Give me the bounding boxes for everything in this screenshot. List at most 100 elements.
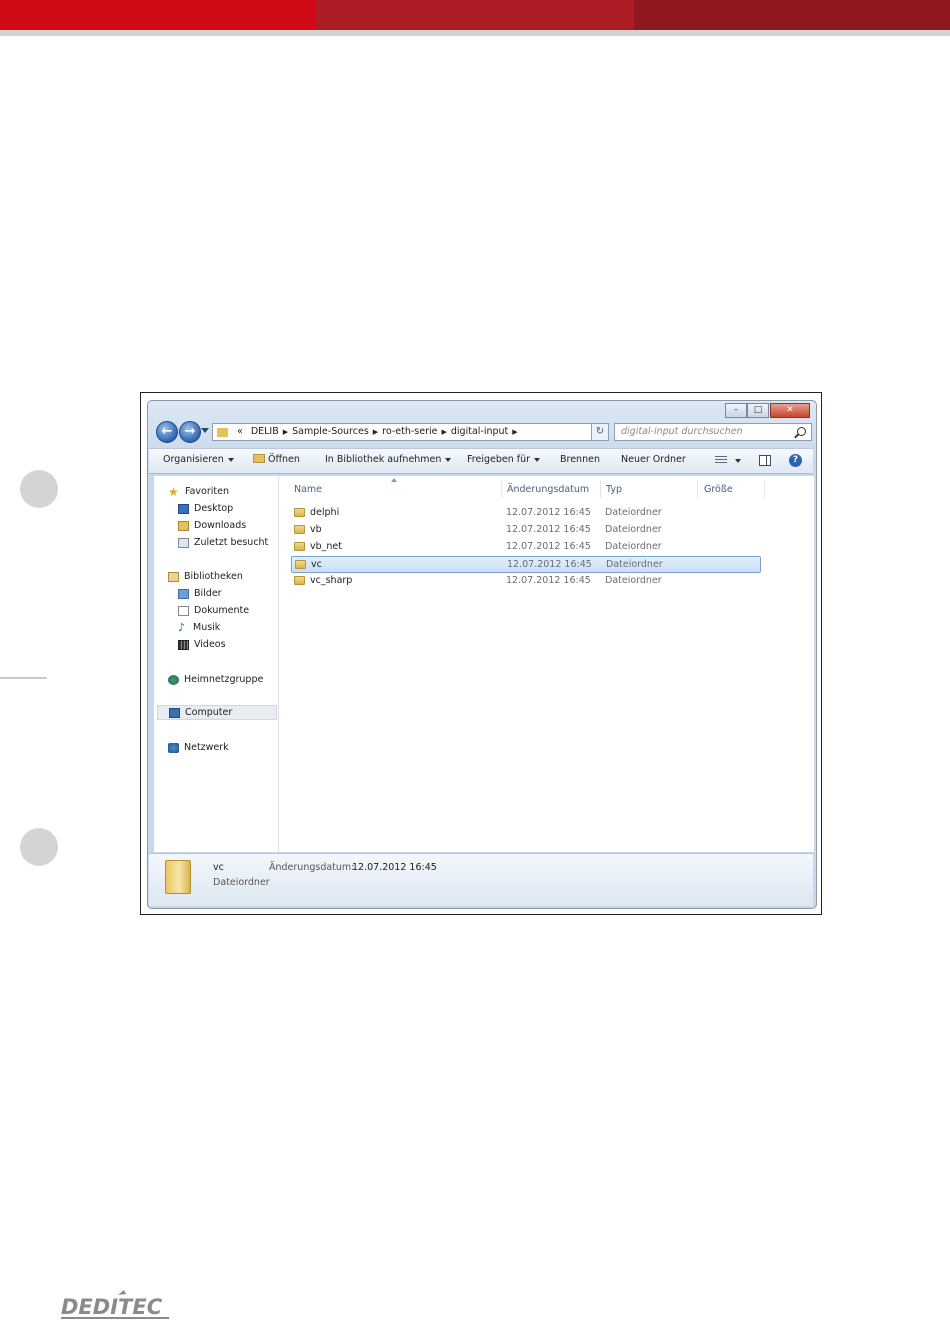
sidebar-item-homegroup[interactable]: Heimnetzgruppe	[168, 672, 263, 687]
screenshot-frame: – □ ✕ ← → « DELIB ▶ Sample-Sources ▶ ro-…	[140, 392, 822, 915]
file-date: 12.07.2012 16:45	[506, 541, 591, 552]
header-color-bar	[0, 0, 950, 30]
sidebar-item-label: Computer	[185, 707, 233, 718]
header-underline	[0, 30, 950, 36]
open-label: Öffnen	[268, 454, 300, 465]
recent-pages-dropdown[interactable]	[201, 428, 209, 433]
star-icon: ★	[168, 484, 179, 499]
views-caret-icon[interactable]	[735, 459, 741, 463]
file-date: 12.07.2012 16:45	[506, 575, 591, 586]
margin-dot-bottom	[20, 828, 58, 866]
folder-icon	[165, 860, 191, 894]
sidebar-item-favorites[interactable]: ★ Favoriten	[168, 484, 229, 499]
header-bar-left	[0, 0, 316, 30]
column-divider[interactable]	[600, 480, 601, 498]
details-date-value: 12.07.2012 16:45	[352, 862, 437, 873]
sidebar-item-label: Videos	[194, 639, 226, 650]
close-button[interactable]: ✕	[770, 403, 810, 418]
column-header-date[interactable]: Änderungsdatum	[507, 484, 589, 495]
column-header-type[interactable]: Typ	[606, 484, 622, 495]
new-folder-button[interactable]: Neuer Ordner	[621, 454, 686, 465]
share-button[interactable]: Freigeben für	[467, 454, 541, 465]
sidebar-item-videos[interactable]: Videos	[178, 637, 226, 652]
search-placeholder: digital-input durchsuchen	[621, 426, 743, 437]
include-library-button[interactable]: In Bibliothek aufnehmen	[325, 454, 452, 465]
organize-button[interactable]: Organisieren	[163, 454, 234, 465]
breadcrumb-ro-eth-serie[interactable]: ro-eth-serie	[378, 424, 441, 440]
forward-button[interactable]: →	[179, 421, 201, 443]
breadcrumb-overflow[interactable]: «	[233, 424, 247, 440]
caret-down-icon	[445, 457, 452, 462]
breadcrumb-sample-sources[interactable]: Sample-Sources	[288, 424, 373, 440]
details-pane: vc Dateiordner Änderungsdatum: 12.07.201…	[149, 853, 813, 906]
folder-icon	[294, 542, 305, 551]
file-name: vc_sharp	[310, 575, 353, 586]
column-divider[interactable]	[697, 480, 698, 498]
details-type: Dateiordner	[213, 877, 270, 888]
chevron-right-icon[interactable]: ▶	[512, 424, 517, 440]
deditec-logo: DEDITEC	[61, 1290, 169, 1319]
file-name: delphi	[310, 507, 340, 518]
maximize-button[interactable]: □	[747, 403, 769, 418]
open-folder-icon	[253, 454, 265, 463]
sidebar-item-network[interactable]: Netzwerk	[168, 740, 229, 755]
sidebar-item-libraries[interactable]: Bibliotheken	[168, 569, 243, 584]
views-icon[interactable]	[715, 456, 727, 465]
breadcrumb-delib[interactable]: DELIB	[247, 424, 283, 440]
caret-down-icon	[534, 457, 541, 462]
sort-ascending-icon	[391, 478, 397, 482]
sidebar-item-computer[interactable]: Computer	[157, 705, 277, 720]
address-bar[interactable]: « DELIB ▶ Sample-Sources ▶ ro-eth-serie …	[212, 423, 606, 441]
minimize-button[interactable]: –	[725, 403, 747, 418]
burn-button[interactable]: Brennen	[560, 454, 600, 465]
recent-places-icon	[178, 537, 189, 548]
column-divider[interactable]	[501, 480, 502, 498]
sidebar-item-recent[interactable]: Zuletzt besucht	[178, 535, 268, 550]
search-icon[interactable]	[797, 427, 806, 436]
sidebar-item-label: Bibliotheken	[184, 571, 243, 582]
logo-text: DEDITEC	[61, 1295, 163, 1319]
videos-icon	[178, 639, 189, 650]
folder-icon	[294, 508, 305, 517]
sidebar-item-desktop[interactable]: Desktop	[178, 501, 233, 516]
sidebar-item-label: Favoriten	[185, 486, 229, 497]
homegroup-icon	[168, 674, 179, 685]
help-icon[interactable]: ?	[789, 454, 802, 467]
file-type: Dateiordner	[605, 524, 662, 535]
pictures-icon	[178, 588, 189, 599]
file-list: Name Änderungsdatum Typ Größe delphi 12.…	[279, 476, 814, 852]
file-row-vb[interactable]: vb 12.07.2012 16:45 Dateiordner	[291, 522, 761, 539]
back-arrow-icon: ←	[161, 424, 173, 439]
refresh-icon: ↻	[595, 426, 605, 437]
desktop-icon	[178, 503, 189, 514]
downloads-icon	[178, 520, 189, 531]
caption-buttons: – □ ✕	[725, 403, 810, 418]
open-button[interactable]: Öffnen	[253, 454, 300, 465]
file-date: 12.07.2012 16:45	[506, 524, 591, 535]
breadcrumb-digital-input[interactable]: digital-input	[447, 424, 512, 440]
file-type: Dateiordner	[605, 575, 662, 586]
close-icon: ✕	[786, 405, 794, 415]
sidebar-item-music[interactable]: ♪ Musik	[178, 620, 220, 635]
file-row-vc[interactable]: vc 12.07.2012 16:45 Dateiordner	[291, 556, 761, 573]
back-button[interactable]: ←	[156, 421, 178, 443]
sidebar-item-documents[interactable]: Dokumente	[178, 603, 249, 618]
preview-pane-icon[interactable]	[759, 455, 771, 466]
file-type: Dateiordner	[606, 559, 663, 570]
file-row-delphi[interactable]: delphi 12.07.2012 16:45 Dateiordner	[291, 505, 761, 522]
search-input[interactable]: digital-input durchsuchen	[614, 423, 812, 441]
column-header-name[interactable]: Name	[294, 484, 322, 495]
forward-arrow-icon: →	[184, 424, 196, 439]
column-header-size[interactable]: Größe	[704, 484, 733, 495]
sidebar-item-downloads[interactable]: Downloads	[178, 518, 246, 533]
details-name: vc	[213, 862, 224, 873]
sidebar-item-pictures[interactable]: Bilder	[178, 586, 222, 601]
file-type: Dateiordner	[605, 541, 662, 552]
file-name: vb_net	[310, 541, 342, 552]
folder-icon	[217, 427, 228, 437]
refresh-button[interactable]: ↻	[591, 423, 609, 441]
header-bar-middle	[316, 0, 634, 30]
column-divider[interactable]	[764, 480, 765, 498]
file-row-vc-sharp[interactable]: vc_sharp 12.07.2012 16:45 Dateiordner	[291, 573, 761, 590]
file-row-vb-net[interactable]: vb_net 12.07.2012 16:45 Dateiordner	[291, 539, 761, 556]
